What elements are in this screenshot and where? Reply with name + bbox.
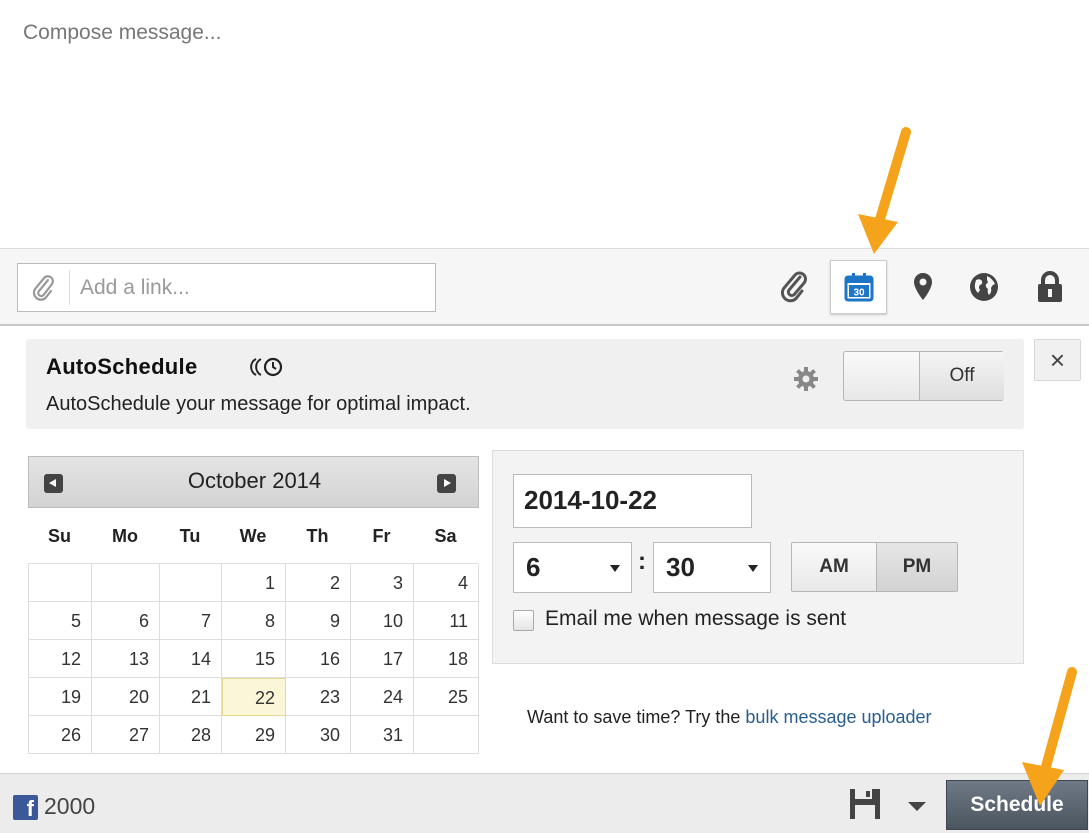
calendar-day[interactable]: 17	[351, 640, 414, 678]
calendar-day[interactable]: 27	[92, 716, 160, 754]
bulk-uploader-link[interactable]: bulk message uploader	[745, 707, 931, 727]
save-draft-icon[interactable]	[848, 787, 882, 821]
calendar-day[interactable]: 9	[286, 602, 351, 640]
next-month-button[interactable]	[437, 474, 456, 493]
calendar-day[interactable]: 29	[222, 716, 286, 754]
calendar-day-grid: 1 2 3 4 5 6 7 8 9 10 11 12 13 14 15 16 17 18 19 20 21 22 23 24 2…	[28, 563, 479, 754]
am-pm-toggle[interactable]: AM PM	[791, 542, 958, 592]
facebook-icon: f	[13, 795, 38, 820]
calendar-empty-cell	[160, 564, 222, 602]
date-input[interactable]: 2014-10-22	[513, 474, 752, 528]
calendar-day[interactable]: 31	[351, 716, 414, 754]
hour-dropdown-arrow-icon	[610, 565, 620, 572]
calendar-day[interactable]: 7	[160, 602, 222, 640]
link-divider	[69, 270, 70, 305]
minute-dropdown-arrow-icon	[748, 565, 758, 572]
calendar-day[interactable]: 14	[160, 640, 222, 678]
calendar-day[interactable]: 18	[414, 640, 479, 678]
calendar-day[interactable]: 8	[222, 602, 286, 640]
link-icon	[32, 275, 54, 301]
calendar-day[interactable]: 13	[92, 640, 160, 678]
calendar-day[interactable]: 21	[160, 678, 222, 716]
link-input-wrapper[interactable]	[17, 263, 436, 312]
calendar-empty-cell	[92, 564, 160, 602]
calendar-day[interactable]: 23	[286, 678, 351, 716]
annotation-arrow-calendar	[858, 127, 911, 254]
close-button[interactable]: ×	[1034, 339, 1081, 381]
calendar-day[interactable]: 11	[414, 602, 479, 640]
location-pin-icon[interactable]	[906, 268, 940, 306]
autoschedule-panel: AutoSchedule AutoSchedule your message f…	[26, 339, 1024, 429]
autoschedule-logo-icon	[250, 357, 283, 377]
email-notify-label[interactable]: Email me when message is sent	[545, 607, 846, 631]
calendar-header: October 2014	[28, 456, 479, 508]
calendar-day[interactable]: 3	[351, 564, 414, 602]
calendar-day[interactable]: 1	[222, 564, 286, 602]
globe-icon[interactable]	[967, 268, 1001, 306]
calendar-icon: 30	[844, 273, 873, 302]
calendar-day[interactable]: 25	[414, 678, 479, 716]
calendar-button[interactable]: 30	[830, 260, 887, 314]
calendar-day[interactable]: 10	[351, 602, 414, 640]
minute-value: 30	[666, 552, 695, 582]
hour-value: 6	[526, 552, 541, 582]
calendar-empty-cell	[414, 716, 479, 754]
save-options-caret-icon[interactable]	[908, 802, 926, 811]
toggle-off-label[interactable]: Off	[919, 352, 1004, 400]
footer-bar: f 2000 Schedule	[0, 773, 1089, 833]
weekday-label: Th	[306, 526, 329, 546]
calendar-day[interactable]: 5	[29, 602, 92, 640]
calendar-day[interactable]: 6	[92, 602, 160, 640]
bulk-hint-prefix: Want to save time? Try the	[527, 707, 746, 727]
weekday-label: Su	[47, 526, 71, 546]
weekday-label: Tu	[179, 526, 201, 546]
gear-icon[interactable]	[792, 365, 820, 393]
calendar-day[interactable]: 30	[286, 716, 351, 754]
link-toolbar: 30	[0, 248, 1089, 326]
calendar-day[interactable]: 12	[29, 640, 92, 678]
weekday-label: We	[239, 526, 267, 546]
time-panel: 2014-10-22 6 : 30 AM PM Email me when me…	[492, 450, 1024, 664]
calendar-empty-cell	[29, 564, 92, 602]
calendar-month-label: October 2014	[187, 468, 322, 493]
calendar-day[interactable]: 24	[351, 678, 414, 716]
email-notify-checkbox[interactable]	[513, 610, 534, 631]
time-separator: :	[638, 548, 646, 575]
calendar-day[interactable]: 16	[286, 640, 351, 678]
autoschedule-toggle[interactable]: Off	[843, 351, 1004, 401]
add-link-input[interactable]	[80, 264, 420, 311]
autoschedule-description: AutoSchedule your message for optimal im…	[46, 393, 471, 415]
calendar-day[interactable]: 26	[29, 716, 92, 754]
am-button[interactable]: AM	[792, 543, 876, 591]
calendar-day[interactable]: 28	[160, 716, 222, 754]
weekday-label: Mo	[112, 526, 138, 546]
calendar-day[interactable]: 20	[92, 678, 160, 716]
character-count: 2000	[44, 793, 96, 819]
compose-placeholder[interactable]: Compose message...	[23, 21, 221, 45]
annotation-arrow-schedule	[1022, 667, 1077, 806]
calendar-day[interactable]: 4	[414, 564, 479, 602]
compose-area[interactable]: Compose message...	[0, 0, 1089, 248]
autoschedule-title: AutoSchedule	[46, 354, 198, 379]
calendar-day[interactable]: 15	[222, 640, 286, 678]
calendar-day-selected[interactable]: 22	[222, 678, 286, 716]
pm-button[interactable]: PM	[876, 543, 957, 591]
weekday-label: Sa	[434, 526, 457, 546]
bulk-uploader-hint: Want to save time? Try the bulk message …	[527, 707, 932, 728]
svg-text:30: 30	[853, 288, 865, 299]
lock-icon[interactable]	[1033, 268, 1067, 306]
weekday-label: Fr	[372, 526, 391, 546]
minute-select[interactable]: 30	[653, 542, 771, 593]
calendar-day[interactable]: 2	[286, 564, 351, 602]
paperclip-icon[interactable]	[778, 268, 812, 306]
hour-select[interactable]: 6	[513, 542, 632, 593]
calendar-weekday-row: Su Mo Tu We Th Fr Sa	[28, 526, 479, 550]
calendar-day[interactable]: 19	[29, 678, 92, 716]
